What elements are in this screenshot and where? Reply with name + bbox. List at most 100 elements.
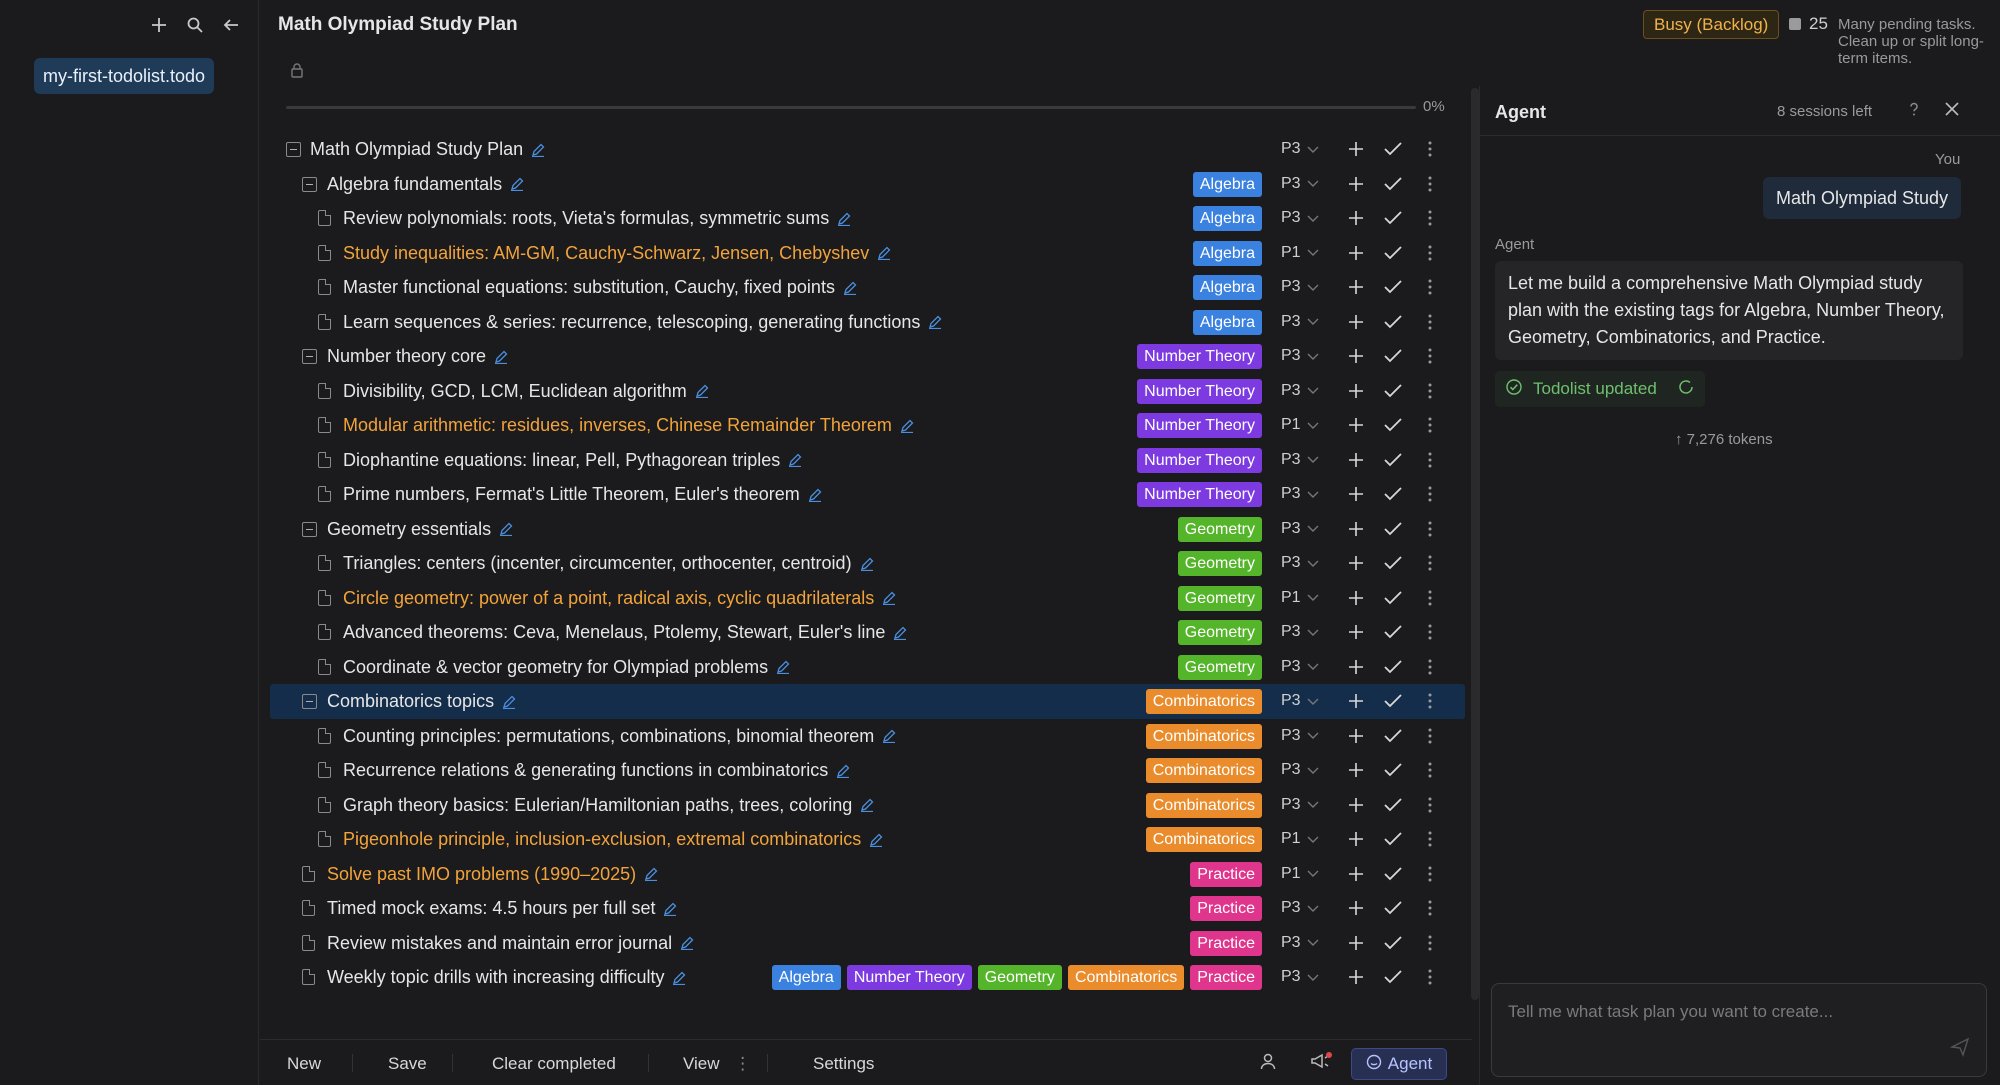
edit-icon[interactable] [836, 764, 850, 778]
task-row[interactable]: Combinatorics topics Combinatorics P3 [270, 684, 1465, 719]
complete-check-icon[interactable] [1382, 552, 1404, 574]
task-row[interactable]: Algebra fundamentals Algebra P3 [270, 167, 1465, 202]
more-vertical-icon[interactable] [1419, 207, 1441, 229]
user-icon[interactable] [1259, 1052, 1277, 1075]
edit-icon[interactable] [502, 695, 516, 709]
more-vertical-icon[interactable] [1419, 897, 1441, 919]
priority-select[interactable]: P3 [1281, 554, 1319, 572]
help-icon[interactable] [1905, 100, 1923, 123]
more-vertical-icon[interactable] [1419, 173, 1441, 195]
task-title[interactable]: Circle geometry: power of a point, radic… [343, 588, 874, 609]
edit-icon[interactable] [837, 212, 851, 226]
tag-badge[interactable]: Combinatorics [1145, 792, 1262, 818]
complete-check-icon[interactable] [1382, 414, 1404, 436]
complete-check-icon[interactable] [1382, 138, 1404, 160]
edit-icon[interactable] [663, 902, 677, 916]
complete-check-icon[interactable] [1382, 207, 1404, 229]
task-title[interactable]: Divisibility, GCD, LCM, Euclidean algori… [343, 381, 687, 402]
more-vertical-icon[interactable] [1419, 276, 1441, 298]
task-row[interactable]: Timed mock exams: 4.5 hours per full set… [270, 891, 1465, 926]
priority-select[interactable]: P3 [1281, 658, 1319, 676]
edit-icon[interactable] [900, 419, 914, 433]
task-title[interactable]: Math Olympiad Study Plan [310, 139, 523, 160]
task-row[interactable]: Math Olympiad Study Plan P3 [270, 132, 1465, 167]
task-row[interactable]: Weekly topic drills with increasing diff… [270, 960, 1465, 995]
task-row[interactable]: Solve past IMO problems (1990–2025) Pract… [270, 857, 1465, 892]
task-row[interactable]: Triangles: centers (incenter, circumcent… [270, 546, 1465, 581]
add-subtask-icon[interactable] [1345, 242, 1367, 264]
new-button[interactable]: New [287, 1054, 321, 1074]
add-subtask-icon[interactable] [1345, 932, 1367, 954]
collapse-toggle-icon[interactable] [286, 142, 301, 157]
add-subtask-icon[interactable] [1345, 276, 1367, 298]
add-subtask-icon[interactable] [1345, 690, 1367, 712]
task-title[interactable]: Diophantine equations: linear, Pell, Pyt… [343, 450, 780, 471]
task-row[interactable]: Number theory core Number Theory P3 [270, 339, 1465, 374]
edit-icon[interactable] [644, 867, 658, 881]
task-title[interactable]: Pigeonhole principle, inclusion-exclusio… [343, 829, 861, 850]
priority-select[interactable]: P3 [1281, 278, 1319, 296]
settings-button[interactable]: Settings [813, 1054, 874, 1074]
edit-icon[interactable] [510, 177, 524, 191]
tag-badge[interactable]: Practice [1190, 896, 1262, 921]
priority-select[interactable]: P3 [1281, 451, 1319, 469]
priority-select[interactable]: P3 [1281, 623, 1319, 641]
search-icon[interactable] [184, 14, 206, 36]
add-subtask-icon[interactable] [1345, 138, 1367, 160]
add-subtask-icon[interactable] [1345, 966, 1367, 988]
tag-badge[interactable]: Combinatorics [1067, 965, 1185, 990]
more-vertical-icon[interactable] [1419, 242, 1441, 264]
priority-select[interactable]: P1 [1281, 416, 1319, 434]
more-vertical-icon[interactable] [1419, 725, 1441, 747]
task-title[interactable]: Review polynomials: roots, Vieta's formu… [343, 208, 829, 229]
priority-select[interactable]: P3 [1281, 140, 1319, 158]
tag-badge[interactable]: Geometry [1177, 620, 1262, 645]
collapse-toggle-icon[interactable] [302, 176, 317, 192]
edit-icon[interactable] [695, 384, 709, 398]
priority-select[interactable]: P3 [1281, 382, 1319, 400]
priority-select[interactable]: P3 [1281, 520, 1319, 538]
complete-check-icon[interactable] [1382, 828, 1404, 850]
task-row[interactable]: Study inequalities: AM-GM, Cauchy-Schwar… [270, 236, 1465, 271]
complete-check-icon[interactable] [1382, 897, 1404, 919]
task-title[interactable]: Geometry essentials [327, 519, 491, 540]
priority-select[interactable]: P3 [1281, 209, 1319, 227]
edit-icon[interactable] [928, 315, 942, 329]
tag-badge[interactable]: Combinatorics [1145, 758, 1262, 783]
add-subtask-icon[interactable] [1345, 794, 1367, 816]
priority-select[interactable]: P3 [1281, 968, 1319, 986]
complete-check-icon[interactable] [1382, 518, 1404, 540]
priority-select[interactable]: P1 [1281, 589, 1319, 607]
priority-select[interactable]: P3 [1281, 692, 1319, 710]
edit-icon[interactable] [877, 246, 891, 260]
more-vertical-icon[interactable] [1419, 414, 1441, 436]
more-vertical-icon[interactable] [1419, 794, 1441, 816]
edit-icon[interactable] [882, 591, 896, 605]
tag-badge[interactable]: Algebra [1192, 171, 1262, 197]
task-title[interactable]: Weekly topic drills with increasing diff… [327, 967, 664, 988]
complete-check-icon[interactable] [1382, 380, 1404, 402]
task-title[interactable]: Modular arithmetic: residues, inverses, … [343, 415, 892, 436]
task-row[interactable]: Divisibility, GCD, LCM, Euclidean algori… [270, 374, 1465, 409]
tag-badge[interactable]: Number Theory [1137, 344, 1262, 369]
task-title[interactable]: Triangles: centers (incenter, circumcent… [343, 553, 852, 574]
task-row[interactable]: Review mistakes and maintain error journ… [270, 926, 1465, 961]
add-subtask-icon[interactable] [1345, 863, 1367, 885]
task-row[interactable]: Advanced theorems: Ceva, Menelaus, Ptole… [270, 615, 1465, 650]
send-icon[interactable] [1949, 1037, 1970, 1062]
tag-badge[interactable]: Algebra [1192, 309, 1262, 335]
more-vertical-icon[interactable] [1419, 656, 1441, 678]
task-title[interactable]: Combinatorics topics [327, 691, 494, 712]
task-row[interactable]: Graph theory basics: Eulerian/Hamiltonia… [270, 788, 1465, 823]
tag-badge[interactable]: Combinatorics [1145, 723, 1262, 749]
tag-badge[interactable]: Combinatorics [1145, 689, 1262, 714]
more-vertical-icon[interactable] [1419, 828, 1441, 850]
task-title[interactable]: Number theory core [327, 346, 486, 367]
priority-select[interactable]: P3 [1281, 347, 1319, 365]
tag-badge[interactable]: Number Theory [846, 965, 972, 990]
file-item[interactable]: my-first-todolist.todo [34, 58, 215, 94]
tag-badge[interactable]: Geometry [1177, 654, 1262, 680]
tag-badge[interactable]: Practice [1190, 965, 1262, 990]
priority-select[interactable]: P3 [1281, 313, 1319, 331]
edit-icon[interactable] [680, 936, 694, 950]
